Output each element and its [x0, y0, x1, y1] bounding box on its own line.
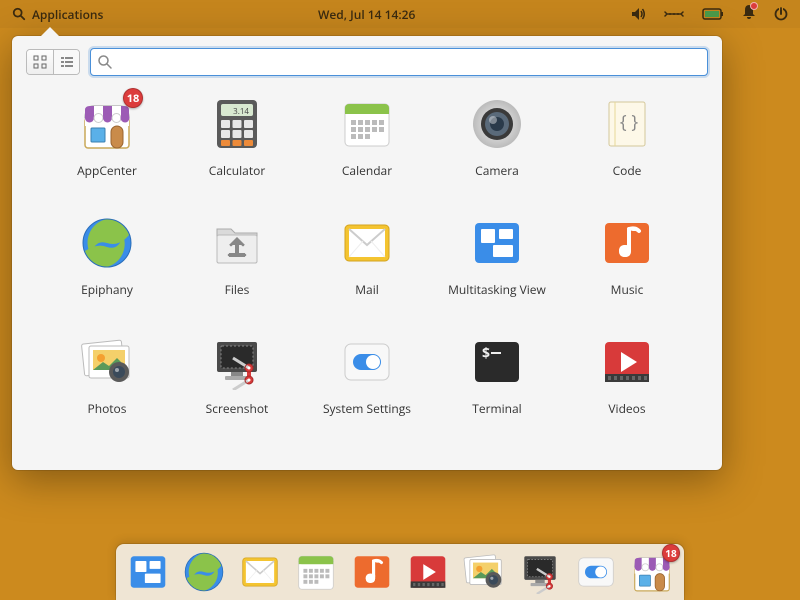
app-label: Photos [87, 400, 126, 417]
app-label: Terminal [472, 400, 521, 417]
app-code[interactable]: Code [562, 96, 692, 179]
app-label: Screenshot [206, 400, 269, 417]
system-indicators [630, 4, 788, 24]
settings-icon [574, 550, 618, 594]
dock-multitasking[interactable] [126, 550, 170, 594]
dock-screenshot[interactable] [518, 550, 562, 594]
list-view-button[interactable] [53, 50, 79, 74]
photos-icon [79, 334, 135, 390]
battery-icon[interactable] [702, 8, 724, 20]
dock-settings[interactable] [574, 550, 618, 594]
camera-icon [469, 96, 525, 152]
app-label: AppCenter [77, 162, 137, 179]
applications-popover: 18 AppCenter Calculator Calendar Camera Code E… [12, 36, 722, 470]
dock-appcenter[interactable]: 18 [630, 550, 674, 594]
epiphany-icon [182, 550, 226, 594]
clock[interactable]: Wed, Jul 14 14:26 [103, 6, 630, 23]
app-epiphany[interactable]: Epiphany [42, 215, 172, 298]
app-photos[interactable]: Photos [42, 334, 172, 417]
app-label: Calendar [342, 162, 392, 179]
app-label: Mail [355, 281, 379, 298]
mail-icon [238, 550, 282, 594]
code-icon [599, 96, 655, 152]
grid-icon [33, 55, 47, 69]
multitasking-icon [469, 215, 525, 271]
videos-icon [599, 334, 655, 390]
notifications-icon[interactable] [742, 4, 756, 24]
update-badge: 18 [123, 88, 143, 108]
app-appcenter[interactable]: 18 AppCenter [42, 96, 172, 179]
app-terminal[interactable]: Terminal [432, 334, 562, 417]
epiphany-icon [79, 215, 135, 271]
app-label: Camera [475, 162, 519, 179]
dock-calendar[interactable] [294, 550, 338, 594]
photos-icon [462, 550, 506, 594]
popover-toolbar [12, 36, 722, 88]
multitasking-icon [126, 550, 170, 594]
notification-badge [750, 2, 758, 10]
app-screenshot[interactable]: Screenshot [172, 334, 302, 417]
app-label: Files [225, 281, 250, 298]
music-icon [350, 550, 394, 594]
files-icon [209, 215, 265, 271]
app-label: Music [611, 281, 644, 298]
applications-menu-button[interactable]: Applications [12, 6, 103, 23]
app-videos[interactable]: Videos [562, 334, 692, 417]
terminal-icon [469, 334, 525, 390]
app-calendar[interactable]: Calendar [302, 96, 432, 179]
calendar-icon [294, 550, 338, 594]
app-label: Code [613, 162, 642, 179]
top-panel: Applications Wed, Jul 14 14:26 [0, 0, 800, 28]
app-label: Multitasking View [448, 281, 546, 298]
app-settings[interactable]: System Settings [302, 334, 432, 417]
search-input[interactable] [90, 48, 708, 76]
network-icon[interactable] [664, 7, 684, 21]
search-icon [12, 7, 26, 21]
list-icon [60, 55, 74, 69]
update-badge: 18 [662, 544, 680, 562]
app-calculator[interactable]: Calculator [172, 96, 302, 179]
dock-photos[interactable] [462, 550, 506, 594]
settings-icon [339, 334, 395, 390]
app-label: System Settings [323, 400, 411, 417]
dock-music[interactable] [350, 550, 394, 594]
mail-icon [339, 215, 395, 271]
search-field-wrap [90, 48, 708, 76]
app-label: Calculator [209, 162, 265, 179]
view-mode-toggle [26, 49, 80, 75]
music-icon [599, 215, 655, 271]
volume-icon[interactable] [630, 6, 646, 22]
app-files[interactable]: Files [172, 215, 302, 298]
videos-icon [406, 550, 450, 594]
calculator-icon [209, 96, 265, 152]
search-icon [97, 54, 113, 70]
screenshot-icon [518, 550, 562, 594]
screenshot-icon [209, 334, 265, 390]
app-mail[interactable]: Mail [302, 215, 432, 298]
applications-grid: 18 AppCenter Calculator Calendar Camera Code E… [12, 88, 722, 437]
applications-label: Applications [32, 6, 103, 23]
app-label: Videos [608, 400, 645, 417]
dock-epiphany[interactable] [182, 550, 226, 594]
dock: 18 [116, 544, 684, 600]
calendar-icon [339, 96, 395, 152]
app-music[interactable]: Music [562, 215, 692, 298]
app-label: Epiphany [81, 281, 133, 298]
grid-view-button[interactable] [27, 50, 53, 74]
power-icon[interactable] [774, 7, 788, 21]
app-multitasking[interactable]: Multitasking View [432, 215, 562, 298]
app-camera[interactable]: Camera [432, 96, 562, 179]
appcenter-icon: 18 [79, 96, 135, 152]
dock-videos[interactable] [406, 550, 450, 594]
dock-mail[interactable] [238, 550, 282, 594]
